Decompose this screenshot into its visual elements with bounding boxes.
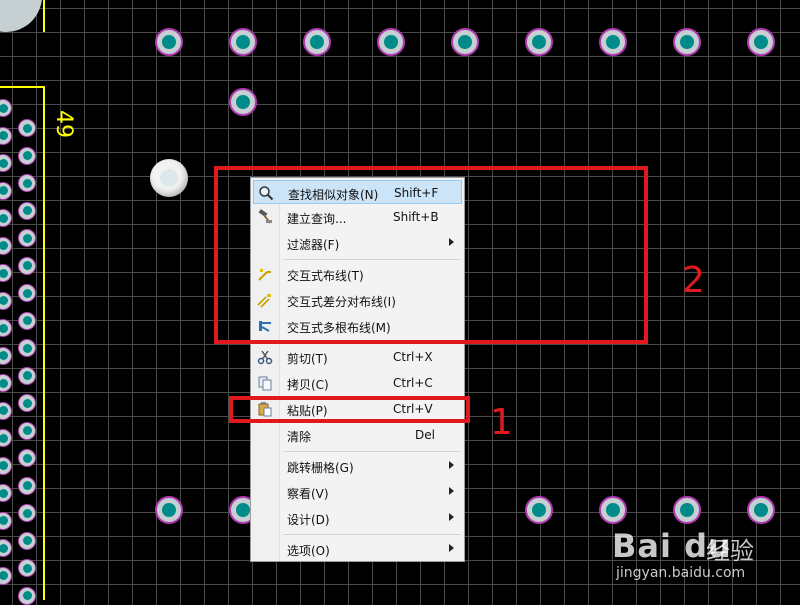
pcb-pad xyxy=(0,429,12,447)
menu-item-shortcut: Del xyxy=(415,428,435,442)
menu-item-shortcut: Ctrl+X xyxy=(393,350,433,364)
pcb-pad xyxy=(0,401,12,420)
pcb-pad xyxy=(0,346,12,365)
pcb-pad xyxy=(0,126,12,145)
component-designator: 49 xyxy=(51,110,76,138)
menu-item-design[interactable]: 设计(D) xyxy=(253,506,462,530)
pcb-pad xyxy=(18,284,36,302)
pcb-pad xyxy=(0,456,12,475)
pcb-pad xyxy=(18,531,36,550)
annotation-box-2 xyxy=(214,166,648,344)
pcb-pad xyxy=(0,511,12,530)
pcb-pad xyxy=(599,496,627,524)
pcb-pad xyxy=(155,496,183,524)
watermark-url: jingyan.baidu.com xyxy=(616,565,746,581)
selected-pad[interactable] xyxy=(150,159,188,197)
menu-item-label: 选项(O) xyxy=(287,544,330,558)
pcb-pad xyxy=(0,236,12,255)
pcb-pad xyxy=(673,28,701,56)
pcb-pad xyxy=(18,339,36,357)
pcb-pad xyxy=(0,154,12,172)
silkscreen-line-horizontal xyxy=(0,86,45,88)
pcb-pad xyxy=(18,229,36,247)
pcb-pad xyxy=(18,366,36,385)
pcb-pad xyxy=(18,201,36,220)
pcb-pad xyxy=(18,256,36,275)
pcb-pad xyxy=(0,566,12,585)
pcb-pad xyxy=(0,181,12,200)
menu-separator xyxy=(283,534,461,535)
pcb-pad xyxy=(0,374,12,392)
watermark-name: 经验 xyxy=(706,537,754,565)
annotation-label-1: 1 xyxy=(490,402,513,443)
baidu-jingyan-watermark: Bai du 经验 jingyan.baidu.com xyxy=(612,527,792,587)
pcb-pad xyxy=(18,504,36,522)
pcb-pad xyxy=(0,484,12,502)
submenu-arrow-icon xyxy=(449,487,454,495)
pcb-pad xyxy=(18,311,36,330)
pcb-pad xyxy=(747,496,775,524)
pcb-pad xyxy=(18,476,36,495)
menu-item-shortcut: Ctrl+C xyxy=(393,376,433,390)
pcb-pad xyxy=(229,28,257,56)
silkscreen-line-top xyxy=(43,0,45,32)
pcb-pad xyxy=(18,449,36,467)
scissors-icon xyxy=(257,350,273,365)
submenu-arrow-icon xyxy=(449,461,454,469)
menu-item-label: 剪切(T) xyxy=(287,352,328,366)
submenu-arrow-icon xyxy=(449,513,454,521)
menu-item-copy[interactable]: 拷贝(C) Ctrl+C xyxy=(253,371,462,395)
pcb-pad xyxy=(0,264,12,282)
silkscreen-line-vertical xyxy=(43,86,45,600)
pcb-pad xyxy=(451,28,479,56)
menu-item-jump-grid[interactable]: 跳转栅格(G) xyxy=(253,454,462,478)
annotation-label-2: 2 xyxy=(682,260,705,301)
menu-item-label: 拷贝(C) xyxy=(287,378,329,392)
pcb-pad xyxy=(18,586,36,605)
pcb-pad xyxy=(18,421,36,440)
pcb-pad xyxy=(0,291,12,310)
pcb-pad xyxy=(155,28,183,56)
menu-item-options[interactable]: 选项(O) xyxy=(253,537,462,561)
pcb-pad xyxy=(747,28,775,56)
pcb-pad xyxy=(18,119,36,137)
pcb-pad xyxy=(0,539,12,557)
pcb-pad xyxy=(673,496,701,524)
menu-item-label: 清除 xyxy=(287,430,312,444)
pcb-pad xyxy=(18,559,36,577)
menu-item-view[interactable]: 察看(V) xyxy=(253,480,462,504)
pcb-pad xyxy=(0,319,12,337)
menu-item-label: 察看(V) xyxy=(287,487,329,501)
menu-item-cut[interactable]: 剪切(T) Ctrl+X xyxy=(253,345,462,369)
pcb-pad xyxy=(599,28,627,56)
menu-item-label: 设计(D) xyxy=(287,513,330,527)
pcb-pad xyxy=(303,28,331,56)
pcb-pad xyxy=(18,146,36,165)
pcb-pad xyxy=(0,99,12,117)
pcb-pad xyxy=(18,394,36,412)
pcb-pad xyxy=(525,28,553,56)
pcb-pad xyxy=(18,174,36,192)
copy-icon xyxy=(258,376,272,391)
annotation-box-1 xyxy=(229,396,470,423)
pcb-pad xyxy=(525,496,553,524)
menu-separator xyxy=(283,451,461,452)
pcb-pad xyxy=(0,209,12,227)
pcb-pad xyxy=(229,88,257,116)
submenu-arrow-icon xyxy=(449,544,454,552)
large-pad-top-left xyxy=(0,0,42,32)
pcb-pad xyxy=(377,28,405,56)
menu-item-label: 跳转栅格(G) xyxy=(287,461,354,475)
menu-item-clear[interactable]: 清除 Del xyxy=(253,423,462,447)
